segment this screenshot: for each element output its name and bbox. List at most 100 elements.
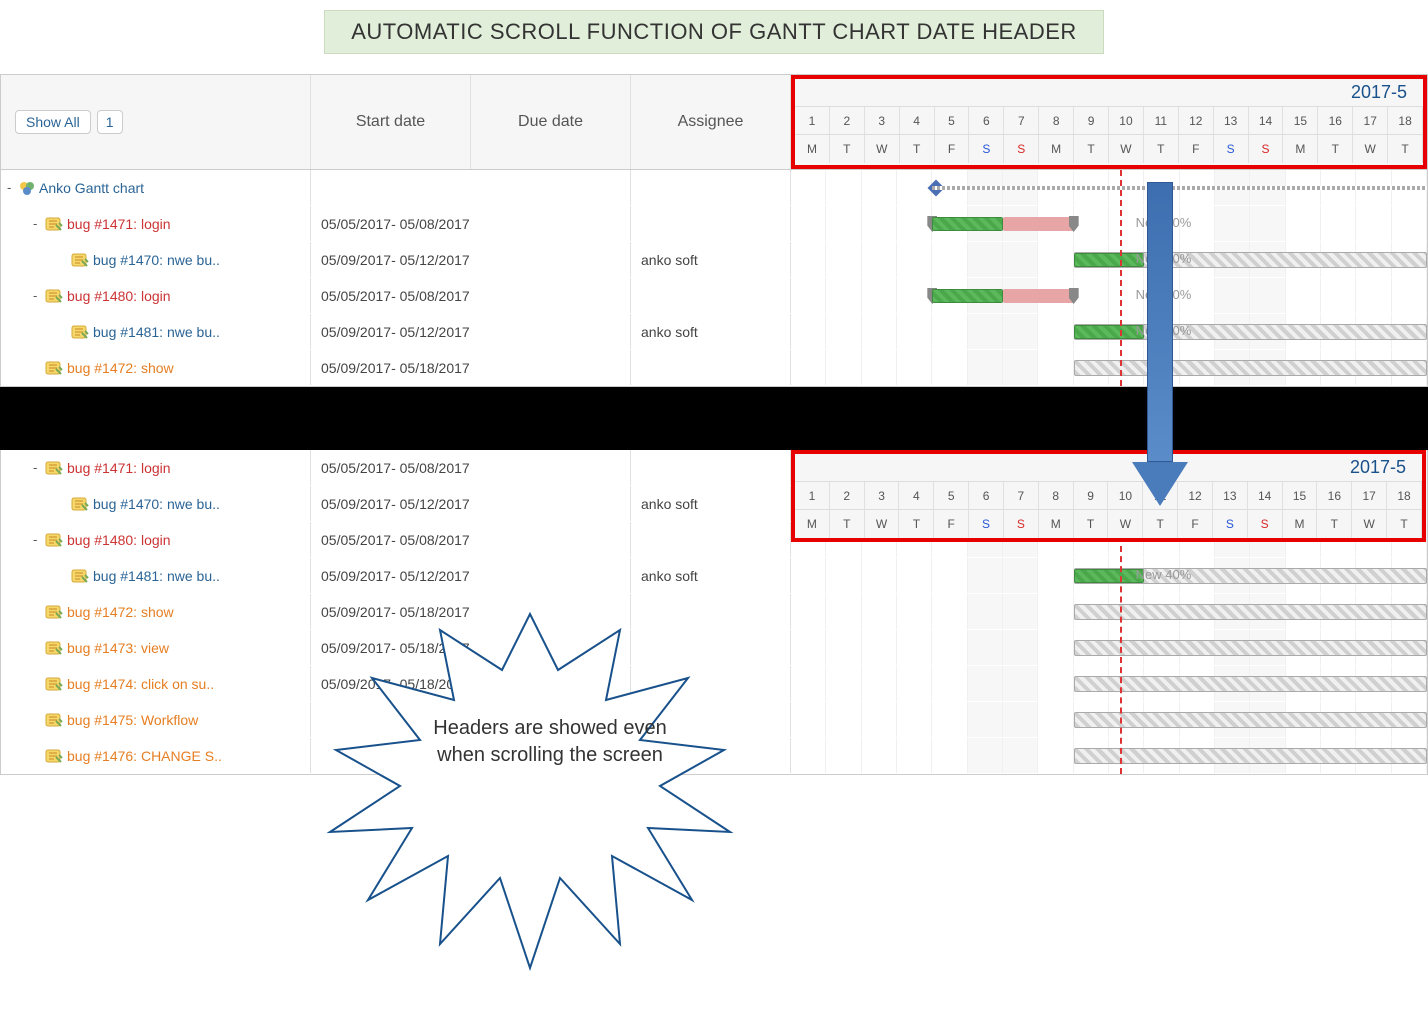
- issue-link[interactable]: bug #1481: nwe bu..: [93, 568, 220, 584]
- issue-link[interactable]: bug #1480: login: [67, 288, 171, 304]
- gantt-bar-progress: [932, 289, 1003, 303]
- gantt-bar[interactable]: [1074, 676, 1427, 692]
- today-line: [1120, 170, 1122, 386]
- gantt-day-cell: [968, 242, 1003, 277]
- project-link[interactable]: Anko Gantt chart: [39, 180, 144, 196]
- gantt-day-cell: [897, 666, 932, 701]
- filter-badge[interactable]: 1: [97, 110, 123, 134]
- issue-link[interactable]: bug #1471: login: [67, 460, 171, 476]
- day-number: 8: [1039, 482, 1074, 510]
- gantt-bar[interactable]: [1074, 748, 1427, 764]
- gantt-day-cell: [968, 350, 1003, 385]
- issue-link[interactable]: bug #1475: Workflow: [67, 712, 198, 728]
- gantt-cell-area: [791, 170, 1427, 205]
- gantt-day-cell: [791, 702, 826, 737]
- gantt-day-cell: [862, 558, 897, 593]
- issue-icon: [71, 567, 89, 585]
- gantt-day-cell: [791, 738, 826, 773]
- assignee-cell: [631, 522, 791, 557]
- gantt-day-cell: [791, 558, 826, 593]
- assignee-cell: [631, 206, 791, 241]
- gantt-day-cell: [1038, 630, 1073, 665]
- issue-icon: [45, 747, 63, 765]
- gantt-day-cell: [897, 206, 932, 241]
- gantt-day-cell: [826, 170, 861, 205]
- issue-link[interactable]: bug #1470: nwe bu..: [93, 496, 220, 512]
- day-number: 7: [1004, 482, 1039, 510]
- day-number: 15: [1283, 482, 1318, 510]
- issue-link[interactable]: bug #1481: nwe bu..: [93, 324, 220, 340]
- panel-header: Show All 1 Start date Due date Assignee …: [1, 75, 1427, 170]
- expand-toggle[interactable]: -: [33, 288, 43, 303]
- day-of-week: M: [1283, 135, 1318, 163]
- day-of-week: M: [1039, 135, 1074, 163]
- gantt-day-cell: [897, 242, 932, 277]
- day-number: 7: [1004, 107, 1039, 135]
- issue-link[interactable]: bug #1471: login: [67, 216, 171, 232]
- issue-icon: [45, 215, 63, 233]
- day-number: 2: [830, 107, 865, 135]
- issue-icon: [45, 459, 63, 477]
- assignee-cell: anko soft: [631, 242, 791, 277]
- gantt-day-cell: [791, 314, 826, 349]
- gantt-row: bug #1481: nwe bu..05/09/2017- 05/12/201…: [1, 558, 1427, 594]
- issue-link[interactable]: bug #1470: nwe bu..: [93, 252, 220, 268]
- gantt-day-cell: [826, 630, 861, 665]
- issue-link[interactable]: bug #1472: show: [67, 360, 174, 376]
- gantt-bar-progress: [1074, 325, 1145, 339]
- tree-cell: bug #1470: nwe bu..: [1, 486, 311, 521]
- day-of-week: F: [1179, 135, 1214, 163]
- gantt-day-cell: [1003, 666, 1038, 701]
- issue-link[interactable]: bug #1472: show: [67, 604, 174, 620]
- gantt-cell-area: [791, 350, 1427, 385]
- assignee-cell: [631, 278, 791, 313]
- gantt-day-cell: [791, 594, 826, 629]
- gantt-row: -bug #1480: login05/05/2017- 05/08/2017N…: [1, 278, 1427, 314]
- expand-toggle[interactable]: -: [33, 532, 43, 547]
- project-row: - Anko Gantt chart: [1, 170, 1427, 206]
- gantt-day-cell: [897, 350, 932, 385]
- gantt-bar[interactable]: [1074, 640, 1427, 656]
- gantt-day-cell: [968, 314, 1003, 349]
- tree-cell: bug #1470: nwe bu..: [1, 242, 311, 277]
- gantt-day-cell: [897, 558, 932, 593]
- issue-link[interactable]: bug #1473: view: [67, 640, 169, 656]
- callout-burst: Headers are showed even when scrolling t…: [290, 600, 770, 1000]
- day-of-week: S: [969, 135, 1004, 163]
- gantt-day-cell: [1038, 738, 1073, 773]
- gantt-bar-progress: [1074, 569, 1145, 583]
- expand-toggle[interactable]: -: [33, 216, 43, 231]
- tree-cell: bug #1476: CHANGE S..: [1, 738, 311, 773]
- day-of-week: T: [830, 510, 865, 538]
- gantt-bar[interactable]: [1074, 604, 1427, 620]
- issue-icon: [45, 639, 63, 657]
- show-all-button[interactable]: Show All: [15, 110, 91, 134]
- day-number: 9: [1074, 107, 1109, 135]
- gantt-bar[interactable]: [1074, 360, 1427, 376]
- gantt-body: -Anko Gantt chart-bug #1471: login05/05/…: [1, 170, 1427, 386]
- day-of-week: S: [1248, 510, 1283, 538]
- day-number: 18: [1387, 482, 1422, 510]
- gantt-day-cell: [1038, 314, 1073, 349]
- day-number: 1: [795, 107, 830, 135]
- dates-cell: 05/05/2017- 05/08/2017: [311, 522, 631, 557]
- day-number: 17: [1352, 482, 1387, 510]
- today-line: [1120, 546, 1122, 774]
- issue-link[interactable]: bug #1480: login: [67, 532, 171, 548]
- issue-link[interactable]: bug #1474: click on su..: [67, 676, 214, 692]
- issue-link[interactable]: bug #1476: CHANGE S..: [67, 748, 222, 764]
- gantt-day-cell: [791, 278, 826, 313]
- expand-toggle[interactable]: -: [33, 460, 43, 475]
- tree-cell: - bug #1480: login: [1, 278, 311, 313]
- gantt-cell-area: New 40%: [791, 558, 1427, 593]
- gantt-bar[interactable]: [1074, 712, 1427, 728]
- day-of-week: M: [795, 135, 830, 163]
- expand-toggle[interactable]: -: [7, 180, 17, 195]
- gantt-day-cell: [826, 278, 861, 313]
- gantt-day-cell: [791, 350, 826, 385]
- gantt-day-cell: [1003, 558, 1038, 593]
- day-number: 4: [900, 107, 935, 135]
- gantt-cell-area: New 40%: [791, 206, 1427, 241]
- day-number: 13: [1214, 107, 1249, 135]
- day-of-week: S: [1004, 510, 1039, 538]
